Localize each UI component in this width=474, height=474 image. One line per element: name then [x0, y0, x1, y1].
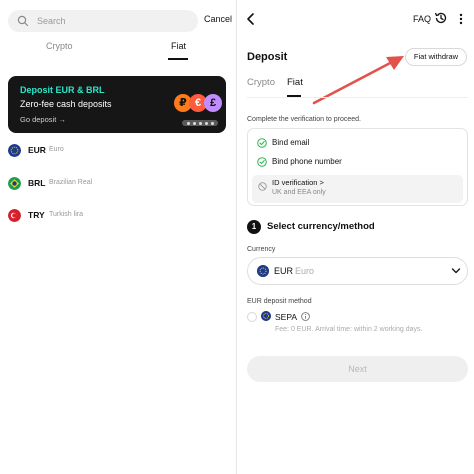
selected-currency-code: EUR	[274, 266, 294, 276]
tab-crypto-left[interactable]: Crypto	[46, 41, 73, 51]
history-icon[interactable]	[434, 11, 448, 25]
chevron-down-icon	[451, 268, 461, 274]
search-icon	[17, 15, 29, 27]
currency-code: TRY	[28, 210, 45, 220]
turkey-flag-icon	[8, 209, 21, 222]
fiat-withdraw-button[interactable]: Fiat withdraw	[405, 48, 467, 66]
currency-coins-graphic: ₽ € £	[174, 94, 224, 114]
panel-divider	[236, 0, 237, 474]
tab-divider	[247, 97, 468, 98]
currency-code: BRL	[28, 178, 46, 188]
currency-name: Turkish lira	[49, 211, 83, 218]
verification-card: Bind email Bind phone number ID verifica…	[247, 128, 468, 206]
currency-item-brl[interactable]: BRL Brazilian Real	[8, 177, 228, 191]
promo-banner[interactable]: Deposit EUR & BRL Zero-fee cash deposits…	[8, 76, 226, 133]
verification-label: Bind phone number	[272, 157, 342, 166]
tab-active-indicator	[168, 58, 188, 60]
carousel-dots[interactable]	[182, 120, 218, 126]
promo-title: Deposit EUR & BRL	[20, 85, 105, 95]
currency-name: Euro	[49, 146, 64, 153]
currency-name: Brazilian Real	[49, 179, 93, 186]
cancel-button[interactable]: Cancel	[204, 14, 232, 24]
currency-item-try[interactable]: TRY Turkish lira	[8, 209, 228, 223]
method-field-label: EUR deposit method	[247, 298, 312, 305]
verification-item-email: Bind email	[257, 138, 457, 150]
search-placeholder: Search	[37, 16, 66, 26]
step-title: Select currency/method	[267, 221, 375, 232]
currency-select[interactable]: EUR Euro	[247, 257, 468, 285]
sepa-radio[interactable]	[247, 312, 257, 322]
go-deposit-link[interactable]: Go deposit →	[20, 115, 66, 124]
currency-item-eur[interactable]: EUR Euro	[8, 144, 228, 158]
id-verification-label: ID verification >	[272, 178, 324, 187]
verification-item-phone: Bind phone number	[257, 157, 457, 169]
sepa-option-label[interactable]: SEPA	[275, 312, 297, 322]
brazil-flag-icon	[8, 177, 21, 190]
id-verification-note: UK and EEA only	[272, 189, 326, 196]
page-title: Deposit	[247, 51, 288, 63]
faq-link[interactable]: FAQ	[413, 14, 431, 24]
promo-subtitle: Zero-fee cash deposits	[20, 99, 112, 109]
search-input[interactable]: Search	[8, 10, 198, 32]
more-icon[interactable]	[456, 12, 466, 26]
next-button[interactable]: Next	[247, 356, 468, 382]
check-circle-icon	[257, 157, 267, 167]
carousel-dot	[205, 122, 208, 125]
info-icon[interactable]	[301, 312, 310, 321]
tab-fiat-left[interactable]: Fiat	[171, 41, 186, 51]
currency-code: EUR	[28, 145, 46, 155]
check-circle-icon	[257, 138, 267, 148]
eu-flag-icon	[8, 144, 21, 157]
eu-flag-icon	[257, 265, 269, 277]
pound-coin-icon: £	[204, 94, 222, 112]
id-verification-link[interactable]: ID verification > UK and EEA only	[252, 175, 463, 203]
sepa-option-note: Fee: 0 EUR. Arrival time: within 2 worki…	[275, 326, 423, 333]
annotation-arrow	[312, 56, 404, 105]
verification-label: Bind email	[272, 138, 310, 147]
selected-currency-name: Euro	[295, 266, 315, 276]
carousel-dot	[187, 122, 190, 125]
currency-field-label: Currency	[247, 246, 276, 253]
carousel-dot	[199, 122, 202, 125]
back-icon[interactable]	[245, 12, 257, 26]
carousel-dot	[211, 122, 214, 125]
carousel-dot	[193, 122, 196, 125]
eu-flag-icon	[261, 311, 271, 321]
tab-fiat[interactable]: Fiat	[287, 77, 303, 88]
ban-icon	[258, 182, 267, 191]
verification-intro: Complete the verification to proceed.	[247, 116, 362, 123]
tab-crypto[interactable]: Crypto	[247, 77, 275, 88]
step-number-badge: 1	[247, 220, 261, 234]
